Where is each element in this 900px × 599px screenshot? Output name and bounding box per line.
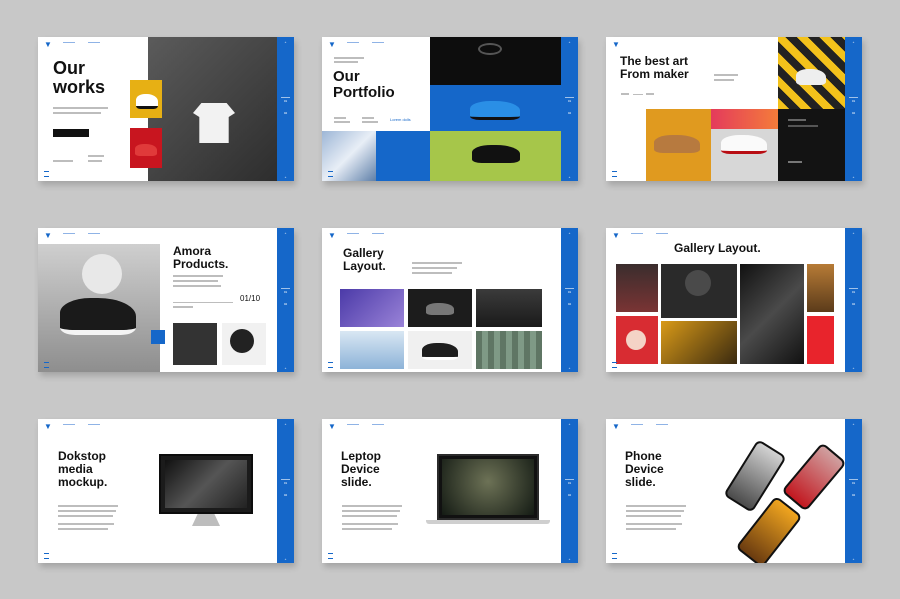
dark-text-block — [778, 109, 845, 181]
brand-logo-icon: ▼ — [328, 40, 336, 49]
menu-icon[interactable] — [44, 553, 49, 559]
portfolio-badge: Lorem dolls — [390, 117, 411, 122]
gallery-photo-1 — [340, 289, 404, 327]
wide-photo-1 — [616, 264, 658, 312]
menu-icon[interactable] — [612, 362, 617, 368]
side-navigation: + 01 02 + — [277, 419, 294, 563]
gallery-photo-4 — [340, 331, 404, 369]
brand-logo-icon: ▼ — [328, 231, 336, 240]
laptop-screen-image — [437, 454, 539, 520]
slide-title: Our Portfolio — [333, 68, 395, 102]
yellow-shoe-photo — [130, 80, 162, 118]
side-navigation: + 01 02 + — [561, 228, 578, 372]
blue-shoe-photo — [430, 85, 561, 131]
striped-shoe-photo — [778, 37, 845, 109]
desktop-monitor-image — [159, 454, 253, 514]
slide-title: Amora Products. — [173, 244, 229, 271]
phone-mockup-2 — [781, 442, 847, 512]
menu-icon[interactable] — [328, 553, 333, 559]
slide-best-art[interactable]: ▼ The best art From maker + 01 02 + — [606, 37, 862, 181]
wide-photo-6 — [661, 321, 737, 364]
brand-logo-icon: ▼ — [612, 40, 620, 49]
slide-gallery-layout[interactable]: ▼ Gallery Layout. + 01 02 + — [322, 228, 578, 372]
slide-title: Gallery Layout. — [343, 246, 386, 273]
wide-photo-7 — [807, 316, 834, 364]
slide-desktop-mockup[interactable]: ▼ Dokstop media mockup. + 01 02 + — [38, 419, 294, 563]
slide-amora-products[interactable]: ▼ Amora Products. 01/10 + 01 02 + — [38, 228, 294, 372]
slide-phone-device[interactable]: ▼ Phone Device slide. + 01 02 + — [606, 419, 862, 563]
bw-sneaker-photo — [38, 244, 160, 372]
tan-shoe-photo — [646, 109, 711, 181]
action-button[interactable] — [53, 129, 89, 137]
blue-text-block — [376, 131, 430, 181]
slide-laptop-device[interactable]: ▼ Leptop Device slide. + 01 02 + — [322, 419, 578, 563]
gallery-photo-5 — [408, 331, 472, 369]
side-navigation: + 01 02 + — [561, 37, 578, 181]
brand-logo-icon: ▼ — [612, 231, 620, 240]
slide-title: Leptop Device slide. — [341, 449, 381, 489]
brand-logo-icon: ▼ — [44, 422, 52, 431]
red-graffiti-photo — [711, 109, 778, 129]
white-product-photo — [222, 323, 266, 365]
red-shoe-photo — [130, 128, 162, 168]
black-bike-photo — [430, 37, 561, 85]
menu-icon[interactable] — [612, 171, 617, 177]
laptop-base-image — [426, 520, 550, 524]
slide-title: Our works — [53, 58, 106, 98]
side-navigation: + 01 02 + — [845, 37, 862, 181]
menu-icon[interactable] — [328, 362, 333, 368]
menu-icon[interactable] — [44, 171, 49, 177]
gallery-photo-2 — [408, 289, 472, 327]
side-navigation: + 01 02 + — [277, 37, 294, 181]
brand-logo-icon: ▼ — [328, 422, 336, 431]
menu-icon[interactable] — [328, 171, 333, 177]
side-navigation: + 01 02 + — [845, 419, 862, 563]
slide-title: Dokstop media mockup. — [58, 449, 108, 489]
blue-square — [151, 330, 165, 344]
dark-product-photo — [173, 323, 217, 365]
brand-logo-icon: ▼ — [44, 40, 52, 49]
brand-logo-icon: ▼ — [44, 231, 52, 240]
wide-photo-3 — [740, 264, 804, 364]
slide-our-portfolio[interactable]: ▼ Our Portfolio Lorem dolls + 01 02 + — [322, 37, 578, 181]
menu-icon[interactable] — [44, 362, 49, 368]
wide-photo-2 — [661, 264, 737, 318]
slide-title: Gallery Layout. — [674, 241, 761, 255]
side-navigation: + 01 02 + — [561, 419, 578, 563]
menu-icon[interactable] — [612, 553, 617, 559]
side-navigation: + 01 02 + — [845, 228, 862, 372]
tshirt-image — [193, 103, 235, 143]
slide-title: The best art From maker — [620, 54, 689, 81]
gallery-photo-3 — [476, 289, 542, 327]
wide-photo-4 — [807, 264, 834, 312]
green-shoe-photo — [430, 131, 561, 181]
brand-logo-icon: ▼ — [612, 422, 620, 431]
slide-gallery-layout-wide[interactable]: ▼ Gallery Layout. + 01 02 + — [606, 228, 862, 372]
slide-title: Phone Device slide. — [625, 449, 664, 489]
gallery-photo-6 — [476, 331, 542, 369]
product-counter: 01/10 — [240, 294, 261, 303]
wide-photo-5 — [616, 316, 658, 364]
side-navigation: + 01 02 + — [277, 228, 294, 372]
slide-our-works[interactable]: ▼ Our works + 01 02 + — [38, 37, 294, 181]
